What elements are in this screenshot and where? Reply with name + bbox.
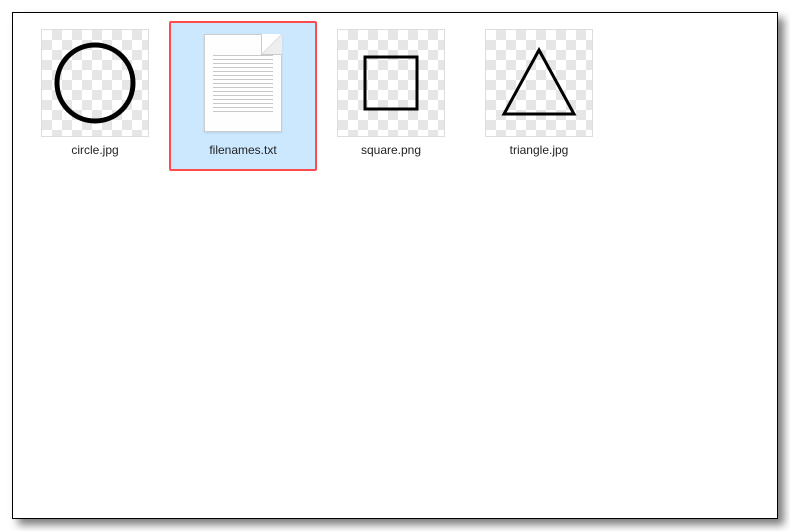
file-item-square[interactable]: square.png [317,21,465,171]
thumbnail-text-document [189,29,297,137]
circle-icon [52,40,138,126]
file-label: square.png [361,143,421,157]
file-item-circle[interactable]: circle.jpg [21,21,169,171]
square-icon [351,43,431,123]
file-explorer-view[interactable]: circle.jpg filenames.txt square.png [12,12,778,519]
text-document-icon [204,34,282,132]
triangle-icon [494,38,584,128]
file-label: filenames.txt [209,143,276,157]
thumbnail-circle [41,29,149,137]
file-item-triangle[interactable]: triangle.jpg [465,21,613,171]
thumbnail-triangle [485,29,593,137]
file-label: circle.jpg [71,143,118,157]
thumbnail-square [337,29,445,137]
file-item-filenames[interactable]: filenames.txt [169,21,317,171]
file-label: triangle.jpg [510,143,569,157]
